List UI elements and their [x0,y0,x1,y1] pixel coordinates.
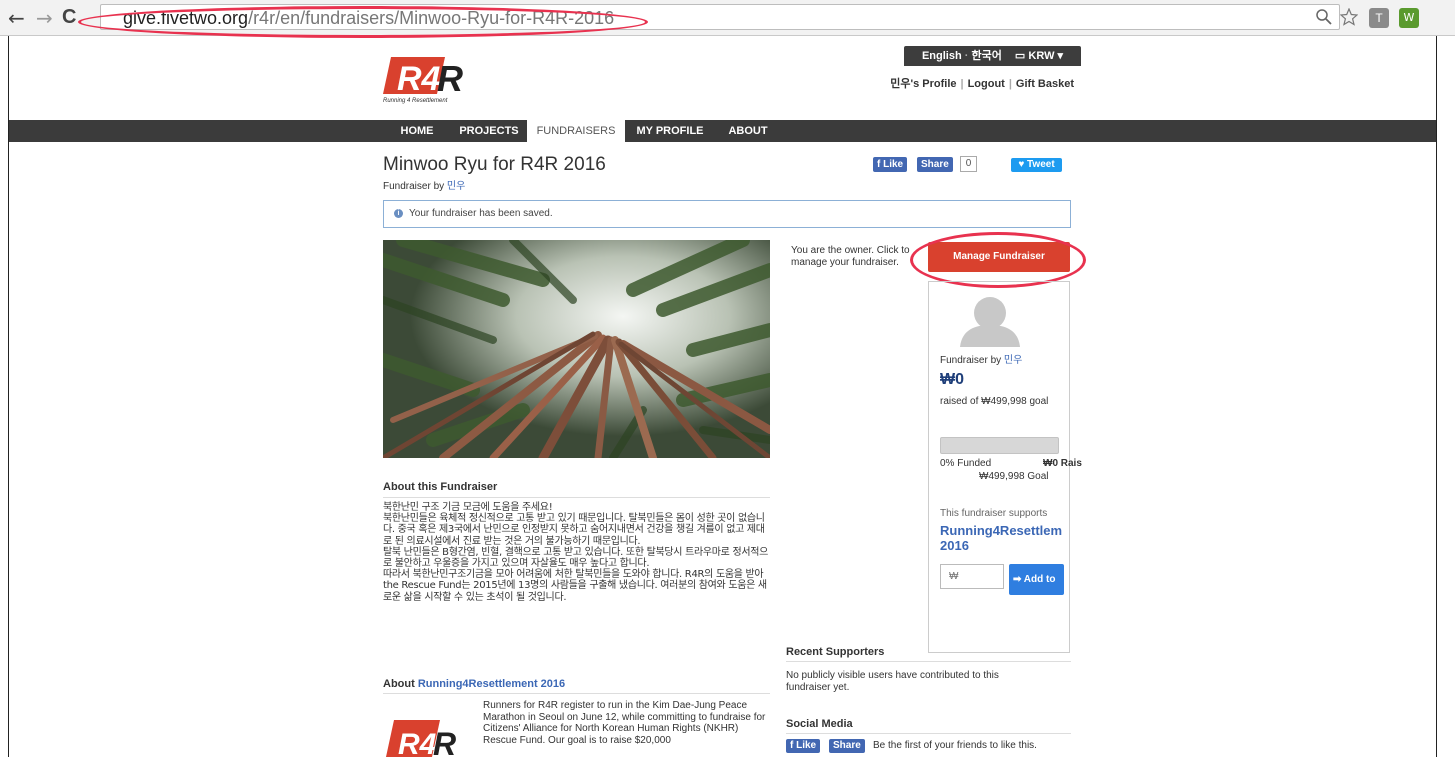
owner-text: You are the owner. Click to manage your … [791,245,910,268]
forward-icon[interactable]: → [36,6,53,30]
tweet-button[interactable]: ♥ Tweet [1011,158,1062,172]
social-text: Be the first of your friends to like thi… [873,740,1037,751]
fundraiser-photo [383,240,770,458]
campaign-link[interactable]: Running4Resettlement 2016 [418,678,565,690]
social-media-heading: Social Media [786,718,1071,734]
byline-owner-link[interactable]: 민우 [447,181,465,192]
page-byline: Fundraiser by 민우 [383,177,465,192]
recent-supporters-heading: Recent Supporters [786,646,1071,662]
logo-tagline: Running 4 Resettlement [383,98,448,104]
raised-label: ₩0 Rais [1043,458,1082,469]
social-like-button[interactable]: f Like [786,739,821,753]
fb-like-label: Like [883,159,904,170]
svg-text:R: R [437,58,463,99]
sidebar-by-prefix: Fundraiser by [940,355,1002,366]
avatar [958,295,1022,347]
sidebar-owner-link[interactable]: 민우 [1004,355,1022,366]
page-border-left [8,36,9,757]
currency-label: KRW [1028,50,1055,62]
add-button-label: Add to [1023,574,1056,585]
gift-basket-link[interactable]: Gift Basket [1016,78,1074,90]
url-path: /r4r/en/fundraisers/Minwoo-Ryu-for-R4R-2… [248,8,615,28]
campaign-description: Runners for R4R register to run in the K… [483,700,766,746]
lang-korean[interactable]: 한국어 [971,50,1001,62]
site-logo[interactable]: R4 R Running 4 Resettlement [383,54,478,108]
social-like-label: Like [796,740,817,751]
svg-text:R: R [433,726,456,757]
percent-funded: 0% Funded [940,458,992,469]
donation-amount-input[interactable] [940,564,1004,589]
main-nav: HOME PROJECTS FUNDRAISERS MY PROFILE ABO… [9,120,1436,142]
notice-text: Your fundraiser has been saved. [409,208,553,219]
svg-text:R4: R4 [398,728,437,757]
back-icon[interactable]: ← [8,6,25,30]
about-campaign-heading: About Running4Resettlement 2016 [383,678,770,694]
nav-fundraisers[interactable]: FUNDRAISERS [527,120,625,142]
nav-home[interactable]: HOME [383,120,451,142]
add-to-basket-button[interactable]: ➡ Add to [1009,564,1064,595]
extension-t-icon[interactable]: T [1369,8,1389,28]
facebook-like-button[interactable]: f Like [873,157,908,172]
nav-projects[interactable]: PROJECTS [451,120,527,142]
profile-link[interactable]: 민우's Profile [890,78,956,90]
url-text[interactable]: give.fivetwo.org/r4r/en/fundraisers/Minw… [123,8,614,29]
byline-prefix: Fundraiser by [383,181,445,192]
currency-selector[interactable]: ▭ KRW ▾ [1015,50,1063,62]
facebook-count: 0 [960,156,977,172]
zoom-icon[interactable] [1314,8,1334,28]
nav-about[interactable]: ABOUT [715,120,781,142]
about-heading: About this Fundraiser [383,481,770,498]
funding-progress-bar [940,437,1059,454]
page-title: Minwoo Ryu for R4R 2016 [383,154,606,175]
campaign-logo[interactable]: R4 R [386,714,466,757]
language-bar: English · 한국어 ▭ KRW ▾ [904,46,1081,66]
reload-icon[interactable]: C [62,6,76,29]
bookmark-star-icon[interactable] [1339,7,1359,28]
supported-campaign-link[interactable]: Running4Resettlem 2016 [940,523,1075,553]
facebook-share-button[interactable]: Share [917,157,953,172]
about-prefix: About [383,678,415,690]
goal-label: ₩499,998 Goal [979,471,1049,482]
info-icon: i [394,208,403,218]
browser-toolbar: ← → C give.fivetwo.org/r4r/en/fundraiser… [0,0,1455,36]
logout-link[interactable]: Logout [968,78,1005,90]
url-host: give.fivetwo.org [123,8,249,28]
nav-my-profile[interactable]: MY PROFILE [625,120,715,142]
manage-fundraiser-button[interactable]: Manage Fundraiser [928,242,1070,272]
save-notice: i Your fundraiser has been saved. [383,200,1071,228]
user-links: 민우's Profile | Logout | Gift Basket [890,78,1074,90]
address-bar[interactable]: give.fivetwo.org/r4r/en/fundraisers/Minw… [100,4,1340,30]
social-share-button[interactable]: Share [829,739,865,753]
raised-of-goal: raised of ₩499,998 goal [940,396,1049,407]
recent-supporters-text: No publicly visible users have contribut… [786,670,999,693]
about-body: 북한난민 구조 기금 모금에 도움을 주세요! 북한난민들은 육체적 정신적으로 … [383,502,769,603]
lang-english[interactable]: English [922,50,962,62]
tweet-label: Tweet [1027,159,1055,170]
svg-text:R4: R4 [397,60,441,98]
supports-text: This fundraiser supports [940,508,1048,519]
extension-shield-icon[interactable]: W [1399,8,1419,28]
page-border-right [1436,36,1437,757]
raised-amount: ₩0 [940,371,964,388]
sidebar-byline: Fundraiser by 민우 [940,351,1022,366]
